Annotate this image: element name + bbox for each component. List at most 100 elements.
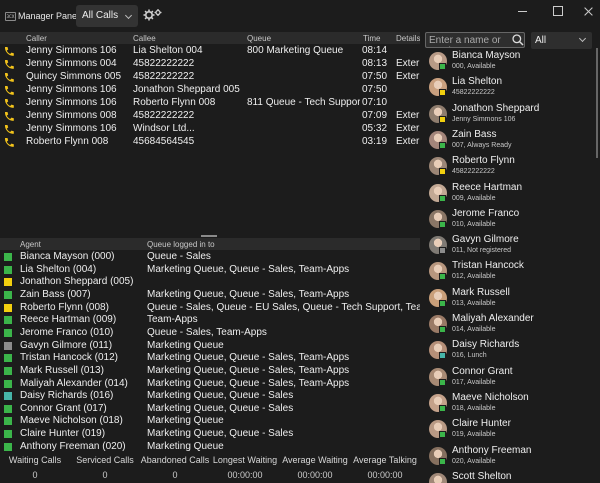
agent-row[interactable]: Jonathon Sheppard (005)	[0, 276, 420, 289]
column-queue-logged-in[interactable]: Queue logged in to	[147, 240, 215, 249]
contact-list-item[interactable]: Daisy Richards 016, Lunch	[420, 338, 592, 364]
agent-queues: Marketing Queue, Queue - Sales, Team-App…	[147, 288, 350, 300]
agent-row[interactable]: Daisy Richards (016) Marketing Queue, Que…	[0, 390, 420, 403]
presence-badge-icon	[439, 141, 446, 149]
search-icon[interactable]	[511, 33, 525, 47]
agent-row[interactable]: Anthony Freeman (020) Marketing Queue	[0, 441, 420, 453]
agent-row[interactable]: Claire Hunter (019) Marketing Queue, Queu…	[0, 428, 420, 441]
contact-list-item[interactable]: Mark Russell 013, Available	[420, 286, 592, 312]
agent-row[interactable]: Mark Russell (013) Marketing Queue, Queue…	[0, 365, 420, 378]
stat-value: 00:00:00	[297, 470, 333, 480]
minimize-button[interactable]	[513, 4, 533, 18]
presence-status-icon	[4, 442, 12, 451]
contact-list-item[interactable]: Lia Shelton 45822222222	[420, 75, 592, 101]
agent-queues: Marketing Queue, Queue - Sales, Team-App…	[147, 352, 350, 364]
agent-row[interactable]: Zain Bass (007) Marketing Queue, Queue - …	[0, 289, 420, 302]
agent-row[interactable]: Lia Shelton (004) Marketing Queue, Queue …	[0, 264, 420, 277]
contact-list-item[interactable]: Claire Hunter 019, Available	[420, 417, 592, 443]
stat-value: 0	[102, 470, 108, 480]
agent-row[interactable]: Roberto Flynn (008) Queue - Sales, Queue …	[0, 302, 420, 315]
agent-row[interactable]: Jerome Franco (010) Queue - Sales, Team-A…	[0, 327, 420, 340]
stat-average-talking: Average Talking 00:00:00	[350, 453, 420, 483]
stat-waiting-calls: Waiting Calls 0	[0, 453, 70, 483]
contact-status: 000, Available	[452, 63, 496, 70]
stat-label: Waiting Calls	[8, 455, 62, 465]
contact-list-item[interactable]: Gavyn Gilmore 011, Not registered	[420, 233, 592, 259]
contact-name: Daisy Richards	[452, 339, 520, 351]
presence-status-icon	[4, 354, 12, 363]
call-time: 08:14	[362, 45, 388, 56]
call-callee: 45684564545	[133, 136, 195, 147]
call-row[interactable]: Jenny Simmons 106 Lia Shelton 004 800 Mark…	[0, 45, 420, 58]
contacts-vertical-scrollbar[interactable]	[596, 48, 598, 158]
contact-search-input[interactable]: Enter a name or number	[425, 32, 525, 48]
call-row[interactable]: Quincy Simmons 005 45822222222 07:50 Extern	[0, 71, 420, 84]
contact-search-placeholder: Enter a name or number	[429, 35, 501, 47]
contact-list-item[interactable]: Connor Grant 017, Available	[420, 365, 592, 391]
contact-name: Maeve Nicholson	[452, 391, 529, 403]
contact-status: 014, Available	[452, 326, 496, 333]
contact-status: 018, Available	[452, 404, 496, 412]
column-agent[interactable]: Agent	[20, 240, 41, 249]
close-button[interactable]	[578, 4, 598, 18]
settings-gears-icon[interactable]	[143, 8, 163, 24]
calls-view-dropdown[interactable]: All Calls	[76, 5, 138, 27]
call-callee: 45822222222	[133, 71, 195, 82]
contact-list-item[interactable]: Zain Bass 007, Always Ready	[420, 128, 592, 154]
agent-name: Gavyn Gilmore (011)	[20, 339, 113, 351]
call-details: Extern	[396, 58, 420, 69]
call-row[interactable]: Jenny Simmons 106 Roberto Flynn 008 811 Qu…	[0, 97, 420, 110]
agent-row[interactable]: Bianca Mayson (000) Queue - Sales	[0, 251, 420, 264]
call-row[interactable]: Jenny Simmons 106 Windsor Ltd... 05:32 Exte…	[0, 123, 420, 136]
agent-row[interactable]: Maliyah Alexander (014) Marketing Queue, …	[0, 378, 420, 391]
presence-status-icon	[4, 328, 12, 337]
contact-list-item[interactable]: Jerome Franco 010, Available	[420, 207, 592, 233]
column-details[interactable]: Details	[396, 34, 420, 43]
contact-list-item[interactable]: Jonathon Sheppard Jenny Simmons 106	[420, 102, 592, 128]
contact-status: 017, Available	[452, 378, 496, 386]
column-callee[interactable]: Callee	[133, 34, 156, 43]
call-row[interactable]: Jenny Simmons 106 Jonathon Sheppard 005 07…	[0, 84, 420, 97]
call-caller: Jenny Simmons 008	[26, 110, 117, 121]
column-caller[interactable]: Caller	[26, 34, 47, 43]
phone-call-icon	[4, 112, 14, 121]
contact-status: 010, Available	[452, 220, 496, 228]
call-row[interactable]: Roberto Flynn 008 45684564545 03:19 Extern	[0, 136, 420, 149]
contact-list-item[interactable]: Bianca Mayson 000, Available	[420, 49, 592, 75]
agent-row[interactable]: Connor Grant (017) Marketing Queue, Queue…	[0, 403, 420, 416]
presence-badge-icon	[439, 168, 446, 176]
contact-filter-dropdown[interactable]: All	[531, 32, 592, 49]
column-queue[interactable]: Queue	[247, 34, 271, 43]
column-time[interactable]: Time	[363, 34, 380, 43]
call-caller: Roberto Flynn 008	[26, 136, 109, 147]
contact-list-item[interactable]: Tristan Hancock 012, Available	[420, 259, 592, 285]
maximize-button[interactable]	[547, 4, 567, 18]
contact-list-item[interactable]: Roberto Flynn 45822222222	[420, 154, 592, 180]
agent-row[interactable]: Maeve Nicholson (018) Marketing Queue	[0, 415, 420, 428]
agent-queues: Marketing Queue, Queue - Sales, Team-App…	[147, 377, 350, 389]
contact-list-item[interactable]: Anthony Freeman 020, Available	[420, 444, 592, 470]
pane-splitter-handle[interactable]	[201, 235, 217, 237]
calls-table-header: Caller Callee Queue Time Details	[0, 32, 420, 44]
contact-list-item[interactable]: Maliyah Alexander 014, Available	[420, 312, 592, 338]
call-row[interactable]: Jenny Simmons 008 45822222222 07:09 Extern	[0, 110, 420, 123]
agent-name: Zain Bass (007)	[20, 288, 91, 300]
agent-row[interactable]: Reece Hartman (009) Team-Apps	[0, 314, 420, 327]
agent-row[interactable]: Tristan Hancock (012) Marketing Queue, Qu…	[0, 352, 420, 365]
chevron-down-icon	[578, 34, 587, 43]
presence-badge-icon	[439, 115, 446, 123]
agent-queues: Marketing Queue, Queue - Sales	[147, 402, 294, 414]
presence-badge-icon	[439, 220, 446, 228]
call-row[interactable]: Jenny Simmons 004 45822222222 08:13 Extern	[0, 58, 420, 71]
contact-list-item[interactable]: Scott Shelton021, Available	[420, 470, 592, 483]
agent-row[interactable]: Gavyn Gilmore (011) Marketing Queue	[0, 340, 420, 353]
agent-name: Daisy Richards (016)	[20, 390, 114, 402]
agent-name: Reece Hartman (009)	[20, 314, 117, 326]
contact-status: 007, Always Ready	[452, 141, 512, 149]
contact-status: 45822222222	[452, 168, 495, 176]
contact-list-item[interactable]: Maeve Nicholson 018, Available	[420, 391, 592, 417]
call-details: Extern	[396, 136, 420, 147]
call-time: 05:32	[362, 123, 388, 134]
contact-list-item[interactable]: Reece Hartman 009, Available	[420, 181, 592, 207]
presence-badge-icon	[439, 299, 446, 307]
